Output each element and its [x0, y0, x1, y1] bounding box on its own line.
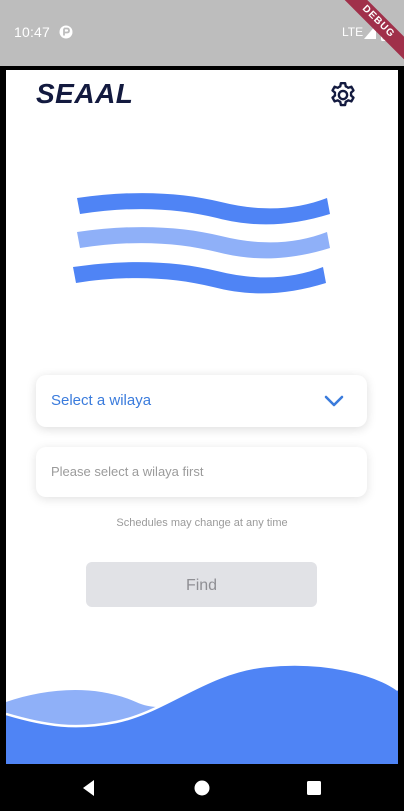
recent-square-icon[interactable] [303, 777, 325, 799]
bottom-waves-decoration [6, 663, 398, 764]
app-title: SEAAL [36, 78, 134, 109]
wilaya-select[interactable]: Select a wilaya [36, 375, 367, 427]
app-content: SEAAL Select a wilaya Please select a wi… [6, 70, 398, 764]
wilaya-select-label: Select a wilaya [51, 392, 152, 409]
status-bar: 10:47 LTE DEBUG [0, 0, 404, 68]
find-button[interactable]: Find [86, 562, 317, 607]
schedule-note: Schedules may change at any time [116, 517, 288, 529]
home-circle-icon[interactable] [191, 777, 213, 799]
app-notification-icon [59, 25, 73, 39]
chevron-down-icon [324, 395, 344, 407]
network-type-label: LTE [342, 25, 364, 39]
disabled-select-placeholder: Please select a wilaya first [51, 464, 204, 479]
navigation-bar [0, 764, 404, 811]
gear-icon[interactable] [328, 80, 358, 110]
status-time: 10:47 [14, 24, 51, 40]
disabled-select-field: Please select a wilaya first [36, 447, 367, 497]
water-waves-logo [73, 193, 330, 294]
back-triangle-icon[interactable] [79, 777, 101, 799]
phone-screen: 10:47 LTE DEBUG SEAAL Select a wilaya Pl… [0, 0, 404, 811]
